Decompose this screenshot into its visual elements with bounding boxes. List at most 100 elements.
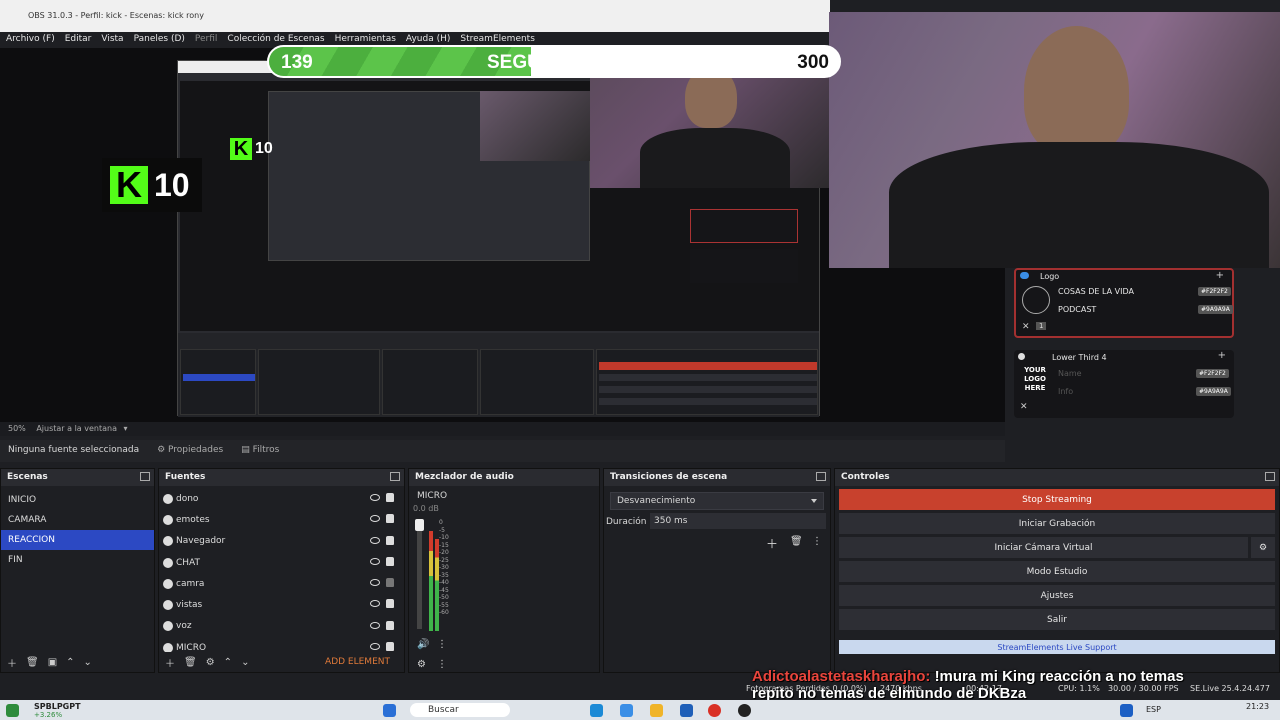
add-icon[interactable]: + (1218, 350, 1226, 361)
zoom-level[interactable]: 50% (8, 424, 26, 433)
add-element-button[interactable]: ADD ELEMENT (325, 657, 390, 667)
obs-icon[interactable] (738, 704, 751, 717)
windows-start-icon[interactable] (383, 704, 396, 717)
virtual-camera-button[interactable]: Iniciar Cámara Virtual (839, 537, 1248, 558)
source-item[interactable]: voz (159, 616, 404, 637)
start-recording-button[interactable]: Iniciar Grabación (839, 513, 1275, 534)
eye-icon[interactable] (370, 600, 380, 608)
app-icon[interactable] (620, 704, 633, 717)
source-item[interactable]: dono (159, 488, 404, 509)
eye-icon[interactable] (370, 536, 380, 544)
scene-item[interactable]: FIN (1, 550, 154, 570)
menu-archivo[interactable]: Archivo (F) (6, 34, 55, 48)
trash-icon[interactable]: 🗑 (790, 536, 803, 547)
add-icon[interactable]: ＋ (165, 655, 175, 670)
lock-icon[interactable] (386, 642, 394, 652)
popout-icon[interactable] (816, 472, 826, 481)
scene-item[interactable]: CAMARA (1, 510, 154, 530)
mic-icon[interactable] (1120, 704, 1133, 717)
gear-icon[interactable]: ⚙ (417, 659, 426, 670)
trash-icon[interactable]: 🗑 (184, 657, 197, 668)
scene-item-selected[interactable]: REACCION (1, 530, 154, 550)
menu-vista[interactable]: Vista (101, 34, 123, 48)
stock-icon[interactable] (6, 704, 19, 717)
down-icon[interactable]: ⌄ (84, 657, 92, 668)
lock-icon[interactable] (386, 578, 394, 588)
lt2-color2[interactable]: #9A9A9A (1196, 387, 1231, 396)
source-item[interactable]: vistas (159, 594, 404, 615)
lt2-color1[interactable]: #F2F2F2 (1196, 369, 1229, 378)
mixer-title: Mezclador de audio (415, 472, 514, 482)
tab-properties[interactable]: ⚙ Propiedades (157, 445, 223, 457)
duration-input[interactable]: 350 ms (650, 513, 826, 529)
eye-icon[interactable] (370, 494, 380, 501)
lock-icon[interactable] (386, 599, 394, 609)
tab-filters[interactable]: ▤ Filtros (241, 445, 279, 457)
more-icon[interactable]: ⋮ (437, 639, 447, 650)
filter-icon[interactable]: ▣ (48, 657, 57, 668)
volume-slider-track[interactable] (415, 519, 424, 629)
lt1-line1[interactable]: COSAS DE LA VIDA (1058, 284, 1134, 298)
lock-icon[interactable] (386, 535, 394, 545)
eye-icon[interactable] (370, 579, 380, 587)
more-icon[interactable]: ⋮ (812, 536, 822, 547)
se-support-button[interactable]: StreamElements Live Support (839, 640, 1275, 654)
more-icon[interactable]: ⋮ (437, 659, 447, 670)
menu-editar[interactable]: Editar (65, 34, 92, 48)
settings-button[interactable]: Ajustes (839, 585, 1275, 606)
lt1-line2[interactable]: PODCAST (1058, 302, 1096, 316)
popout-icon[interactable] (390, 472, 400, 481)
trash-icon[interactable]: 🗑 (26, 657, 39, 668)
gear-icon[interactable]: ⚙ (1251, 537, 1275, 558)
source-item[interactable]: CHAT (159, 552, 404, 573)
up-icon[interactable]: ⌃ (224, 657, 232, 668)
store-icon[interactable] (680, 704, 693, 717)
folder-icon[interactable] (650, 704, 663, 717)
language[interactable]: ESP (1146, 705, 1161, 714)
taskbar-search[interactable]: Buscar (410, 703, 510, 717)
eye-icon[interactable] (370, 515, 380, 523)
chevron-down-icon[interactable]: ▾ (124, 424, 128, 433)
studio-mode-button[interactable]: Modo Estudio (839, 561, 1275, 582)
speaker-icon[interactable]: 🔊 (417, 639, 429, 650)
lock-icon[interactable] (386, 493, 394, 502)
popout-icon[interactable] (1265, 472, 1275, 481)
eye-icon[interactable] (370, 621, 380, 629)
eye-icon[interactable] (370, 557, 380, 565)
lock-icon[interactable] (386, 556, 394, 566)
down-icon[interactable]: ⌄ (241, 657, 249, 668)
menu-perfil[interactable]: Perfil (195, 34, 218, 48)
add-icon[interactable]: ＋ (766, 535, 778, 552)
up-icon[interactable]: ⌃ (66, 657, 74, 668)
toggle-icon[interactable] (1020, 272, 1029, 279)
chrome-icon[interactable] (708, 704, 721, 717)
add-icon[interactable]: ＋ (7, 655, 17, 670)
lt1-color1[interactable]: #F2F2F2 (1198, 287, 1231, 296)
transition-select[interactable]: Desvanecimiento (610, 492, 824, 510)
lock-icon[interactable] (386, 514, 394, 524)
popout-icon[interactable] (140, 472, 150, 481)
menu-paneles[interactable]: Paneles (D) (134, 34, 185, 48)
zoom-fit[interactable]: Ajustar a la ventana (36, 424, 117, 433)
lt2-field1[interactable]: Name (1058, 366, 1082, 380)
add-icon[interactable]: + (1216, 270, 1224, 281)
lock-icon[interactable] (386, 620, 394, 630)
gear-icon[interactable]: ⚙ (206, 657, 215, 668)
source-item[interactable]: camra (159, 573, 404, 594)
close-icon[interactable]: ✕ (1022, 322, 1030, 332)
toggle-icon[interactable] (1018, 353, 1025, 360)
clock[interactable]: 21:23 (1246, 702, 1269, 711)
close-icon[interactable]: ✕ (1020, 402, 1028, 412)
volume-slider-handle[interactable] (415, 519, 424, 531)
source-item[interactable]: emotes (159, 509, 404, 530)
source-item[interactable]: Navegador (159, 531, 404, 552)
lt2-field2[interactable]: Info (1058, 384, 1073, 398)
eye-icon[interactable] (370, 643, 380, 651)
lt1-page[interactable]: 1 (1036, 322, 1047, 330)
exit-button[interactable]: Salir (839, 609, 1275, 630)
scenes-header: Escenas (1, 469, 154, 486)
edge-icon[interactable] (590, 704, 603, 717)
stop-streaming-button[interactable]: Stop Streaming (839, 489, 1275, 510)
lt1-color2[interactable]: #9A9A9A (1198, 305, 1233, 314)
scene-item[interactable]: INICIO (1, 490, 154, 510)
